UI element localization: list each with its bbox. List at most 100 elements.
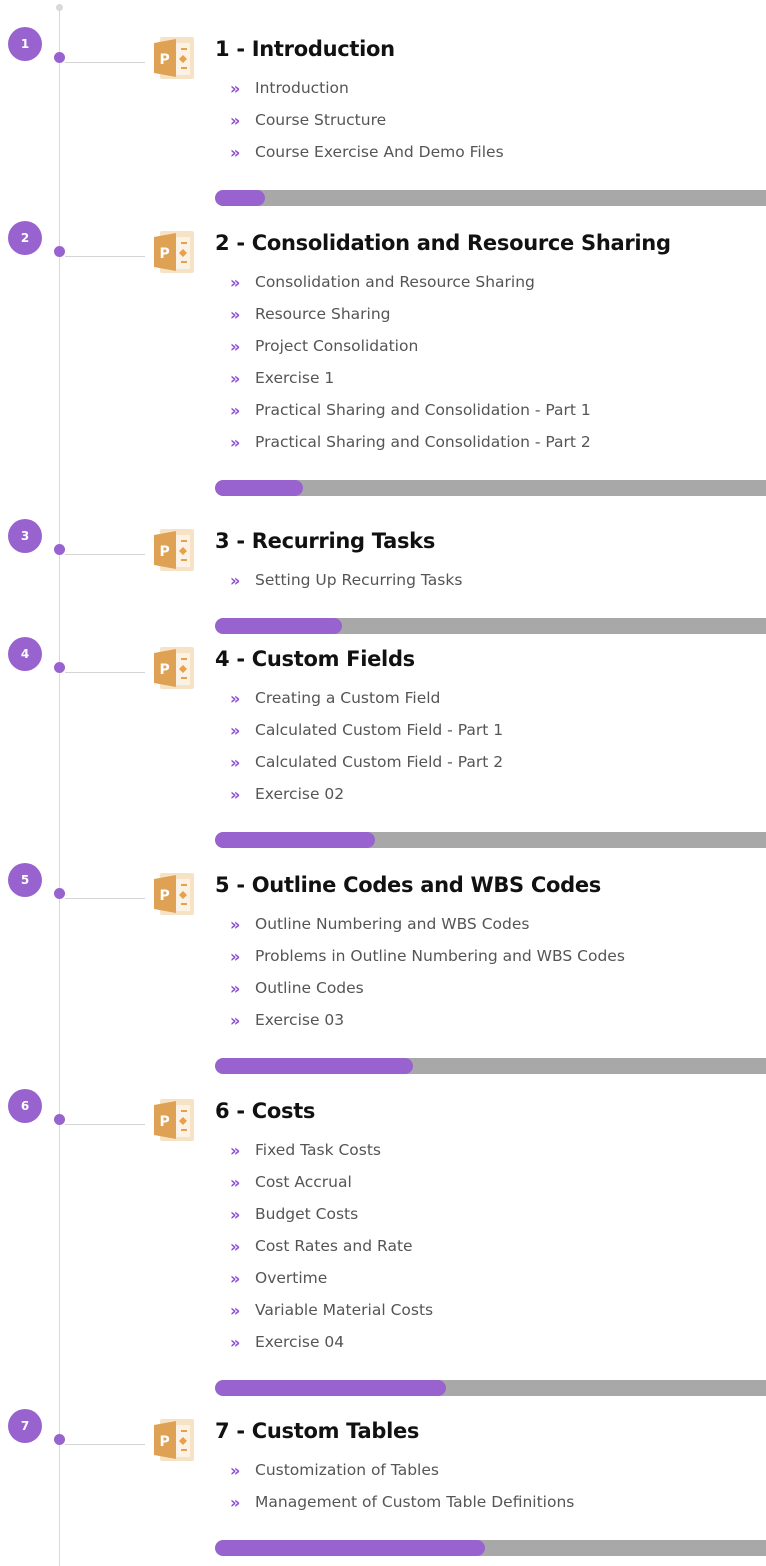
lesson-item[interactable]: » Customization of Tables bbox=[230, 1454, 574, 1486]
project-file-icon: P bbox=[154, 873, 194, 915]
lesson-label: Outline Numbering and WBS Codes bbox=[255, 915, 530, 933]
progress-fill bbox=[215, 1058, 414, 1074]
bullet-icon: » bbox=[230, 570, 241, 590]
lesson-item[interactable]: » Exercise 1 bbox=[230, 362, 591, 394]
lesson-item[interactable]: » Creating a Custom Field bbox=[230, 682, 503, 714]
module-title[interactable]: 1 - Introduction bbox=[215, 37, 395, 61]
lesson-label: Exercise 02 bbox=[255, 785, 345, 803]
bullet-icon: » bbox=[230, 946, 241, 966]
bullet-icon: » bbox=[230, 1300, 241, 1320]
svg-text:P: P bbox=[160, 1434, 170, 1450]
project-file-icon: P bbox=[154, 1419, 194, 1461]
timeline-dot bbox=[54, 544, 65, 555]
lesson-label: Consolidation and Resource Sharing bbox=[255, 273, 535, 291]
module-number-badge: 7 bbox=[8, 1409, 42, 1443]
lesson-item[interactable]: » Cost Rates and Rate bbox=[230, 1230, 433, 1262]
progress-bar bbox=[215, 190, 766, 206]
lesson-item[interactable]: » Setting Up Recurring Tasks bbox=[230, 564, 462, 596]
lesson-label: Course Exercise And Demo Files bbox=[255, 143, 504, 161]
module-title[interactable]: 3 - Recurring Tasks bbox=[215, 529, 435, 553]
progress-fill bbox=[215, 480, 304, 496]
lesson-item[interactable]: » Practical Sharing and Consolidation - … bbox=[230, 394, 591, 426]
lesson-label: Creating a Custom Field bbox=[255, 689, 441, 707]
progress-bar bbox=[215, 1540, 766, 1556]
bullet-icon: » bbox=[230, 1460, 241, 1480]
lesson-item[interactable]: » Cost Accrual bbox=[230, 1166, 433, 1198]
lesson-item[interactable]: » Exercise 02 bbox=[230, 778, 503, 810]
lesson-item[interactable]: » Budget Costs bbox=[230, 1198, 433, 1230]
timeline-connector bbox=[65, 1444, 145, 1445]
lesson-list: » Creating a Custom Field » Calculated C… bbox=[230, 682, 503, 810]
bullet-icon: » bbox=[230, 1172, 241, 1192]
lesson-label: Introduction bbox=[255, 79, 349, 97]
timeline-dot bbox=[54, 52, 65, 63]
lesson-item[interactable]: » Project Consolidation bbox=[230, 330, 591, 362]
lesson-item[interactable]: » Introduction bbox=[230, 72, 504, 104]
project-file-icon: P bbox=[154, 231, 194, 273]
bullet-icon: » bbox=[230, 1140, 241, 1160]
progress-fill bbox=[215, 1540, 485, 1556]
lesson-label: Calculated Custom Field - Part 1 bbox=[255, 721, 504, 739]
lesson-item[interactable]: » Management of Custom Table Definitions bbox=[230, 1486, 574, 1518]
timeline-dot bbox=[54, 662, 65, 673]
lesson-item[interactable]: » Resource Sharing bbox=[230, 298, 591, 330]
bullet-icon: » bbox=[230, 272, 241, 292]
lesson-item[interactable]: » Exercise 03 bbox=[230, 1004, 625, 1036]
svg-text:P: P bbox=[160, 1114, 170, 1130]
module-title[interactable]: 7 - Custom Tables bbox=[215, 1419, 419, 1443]
module-title[interactable]: 5 - Outline Codes and WBS Codes bbox=[215, 873, 601, 897]
lesson-label: Management of Custom Table Definitions bbox=[255, 1493, 575, 1511]
lesson-list: » Setting Up Recurring Tasks bbox=[230, 564, 462, 596]
lesson-item[interactable]: » Outline Numbering and WBS Codes bbox=[230, 908, 625, 940]
svg-text:P: P bbox=[160, 544, 170, 560]
module-number-badge: 5 bbox=[8, 863, 42, 897]
lesson-label: Exercise 1 bbox=[255, 369, 335, 387]
bullet-icon: » bbox=[230, 1236, 241, 1256]
timeline-connector bbox=[65, 672, 145, 673]
lesson-item[interactable]: » Exercise 04 bbox=[230, 1326, 433, 1358]
bullet-icon: » bbox=[230, 1332, 241, 1352]
lesson-item[interactable]: » Calculated Custom Field - Part 1 bbox=[230, 714, 503, 746]
lesson-item[interactable]: » Outline Codes bbox=[230, 972, 625, 1004]
lesson-list: » Customization of Tables » Management o… bbox=[230, 1454, 574, 1518]
lesson-item[interactable]: » Fixed Task Costs bbox=[230, 1134, 433, 1166]
bullet-icon: » bbox=[230, 432, 241, 452]
lesson-item[interactable]: » Calculated Custom Field - Part 2 bbox=[230, 746, 503, 778]
lesson-list: » Introduction » Course Structure » Cour… bbox=[230, 72, 504, 168]
lesson-item[interactable]: » Variable Material Costs bbox=[230, 1294, 433, 1326]
lesson-item[interactable]: » Problems in Outline Numbering and WBS … bbox=[230, 940, 625, 972]
lesson-item[interactable]: » Course Structure bbox=[230, 104, 504, 136]
lesson-label: Customization of Tables bbox=[255, 1461, 439, 1479]
lesson-item[interactable]: » Course Exercise And Demo Files bbox=[230, 136, 504, 168]
module-number-badge: 6 bbox=[8, 1089, 42, 1123]
timeline-connector bbox=[65, 62, 145, 63]
lesson-label: Fixed Task Costs bbox=[255, 1141, 382, 1159]
bullet-icon: » bbox=[230, 720, 241, 740]
bullet-icon: » bbox=[230, 400, 241, 420]
bullet-icon: » bbox=[230, 1268, 241, 1288]
lesson-list: » Outline Numbering and WBS Codes » Prob… bbox=[230, 908, 625, 1036]
lesson-item[interactable]: » Overtime bbox=[230, 1262, 433, 1294]
timeline-dot bbox=[54, 1114, 65, 1125]
module-title[interactable]: 4 - Custom Fields bbox=[215, 647, 415, 671]
bullet-icon: » bbox=[230, 1010, 241, 1030]
lesson-item[interactable]: » Practical Sharing and Consolidation - … bbox=[230, 426, 591, 458]
module-title[interactable]: 2 - Consolidation and Resource Sharing bbox=[215, 231, 671, 255]
lesson-label: Exercise 04 bbox=[255, 1333, 345, 1351]
module-number-badge: 4 bbox=[8, 637, 42, 671]
svg-text:P: P bbox=[160, 246, 170, 262]
progress-fill bbox=[215, 190, 265, 206]
lesson-label: Exercise 03 bbox=[255, 1011, 345, 1029]
project-file-icon: P bbox=[154, 647, 194, 689]
lesson-label: Problems in Outline Numbering and WBS Co… bbox=[255, 947, 625, 965]
timeline-connector bbox=[65, 898, 145, 899]
module-number-badge: 3 bbox=[8, 519, 42, 553]
module-title[interactable]: 6 - Costs bbox=[215, 1099, 315, 1123]
bullet-icon: » bbox=[230, 368, 241, 388]
progress-bar bbox=[215, 1380, 766, 1396]
timeline-dot bbox=[54, 888, 65, 899]
timeline-line bbox=[59, 8, 60, 1566]
lesson-item[interactable]: » Consolidation and Resource Sharing bbox=[230, 266, 591, 298]
lesson-label: Practical Sharing and Consolidation - Pa… bbox=[255, 401, 591, 419]
project-file-icon: P bbox=[154, 1099, 194, 1141]
